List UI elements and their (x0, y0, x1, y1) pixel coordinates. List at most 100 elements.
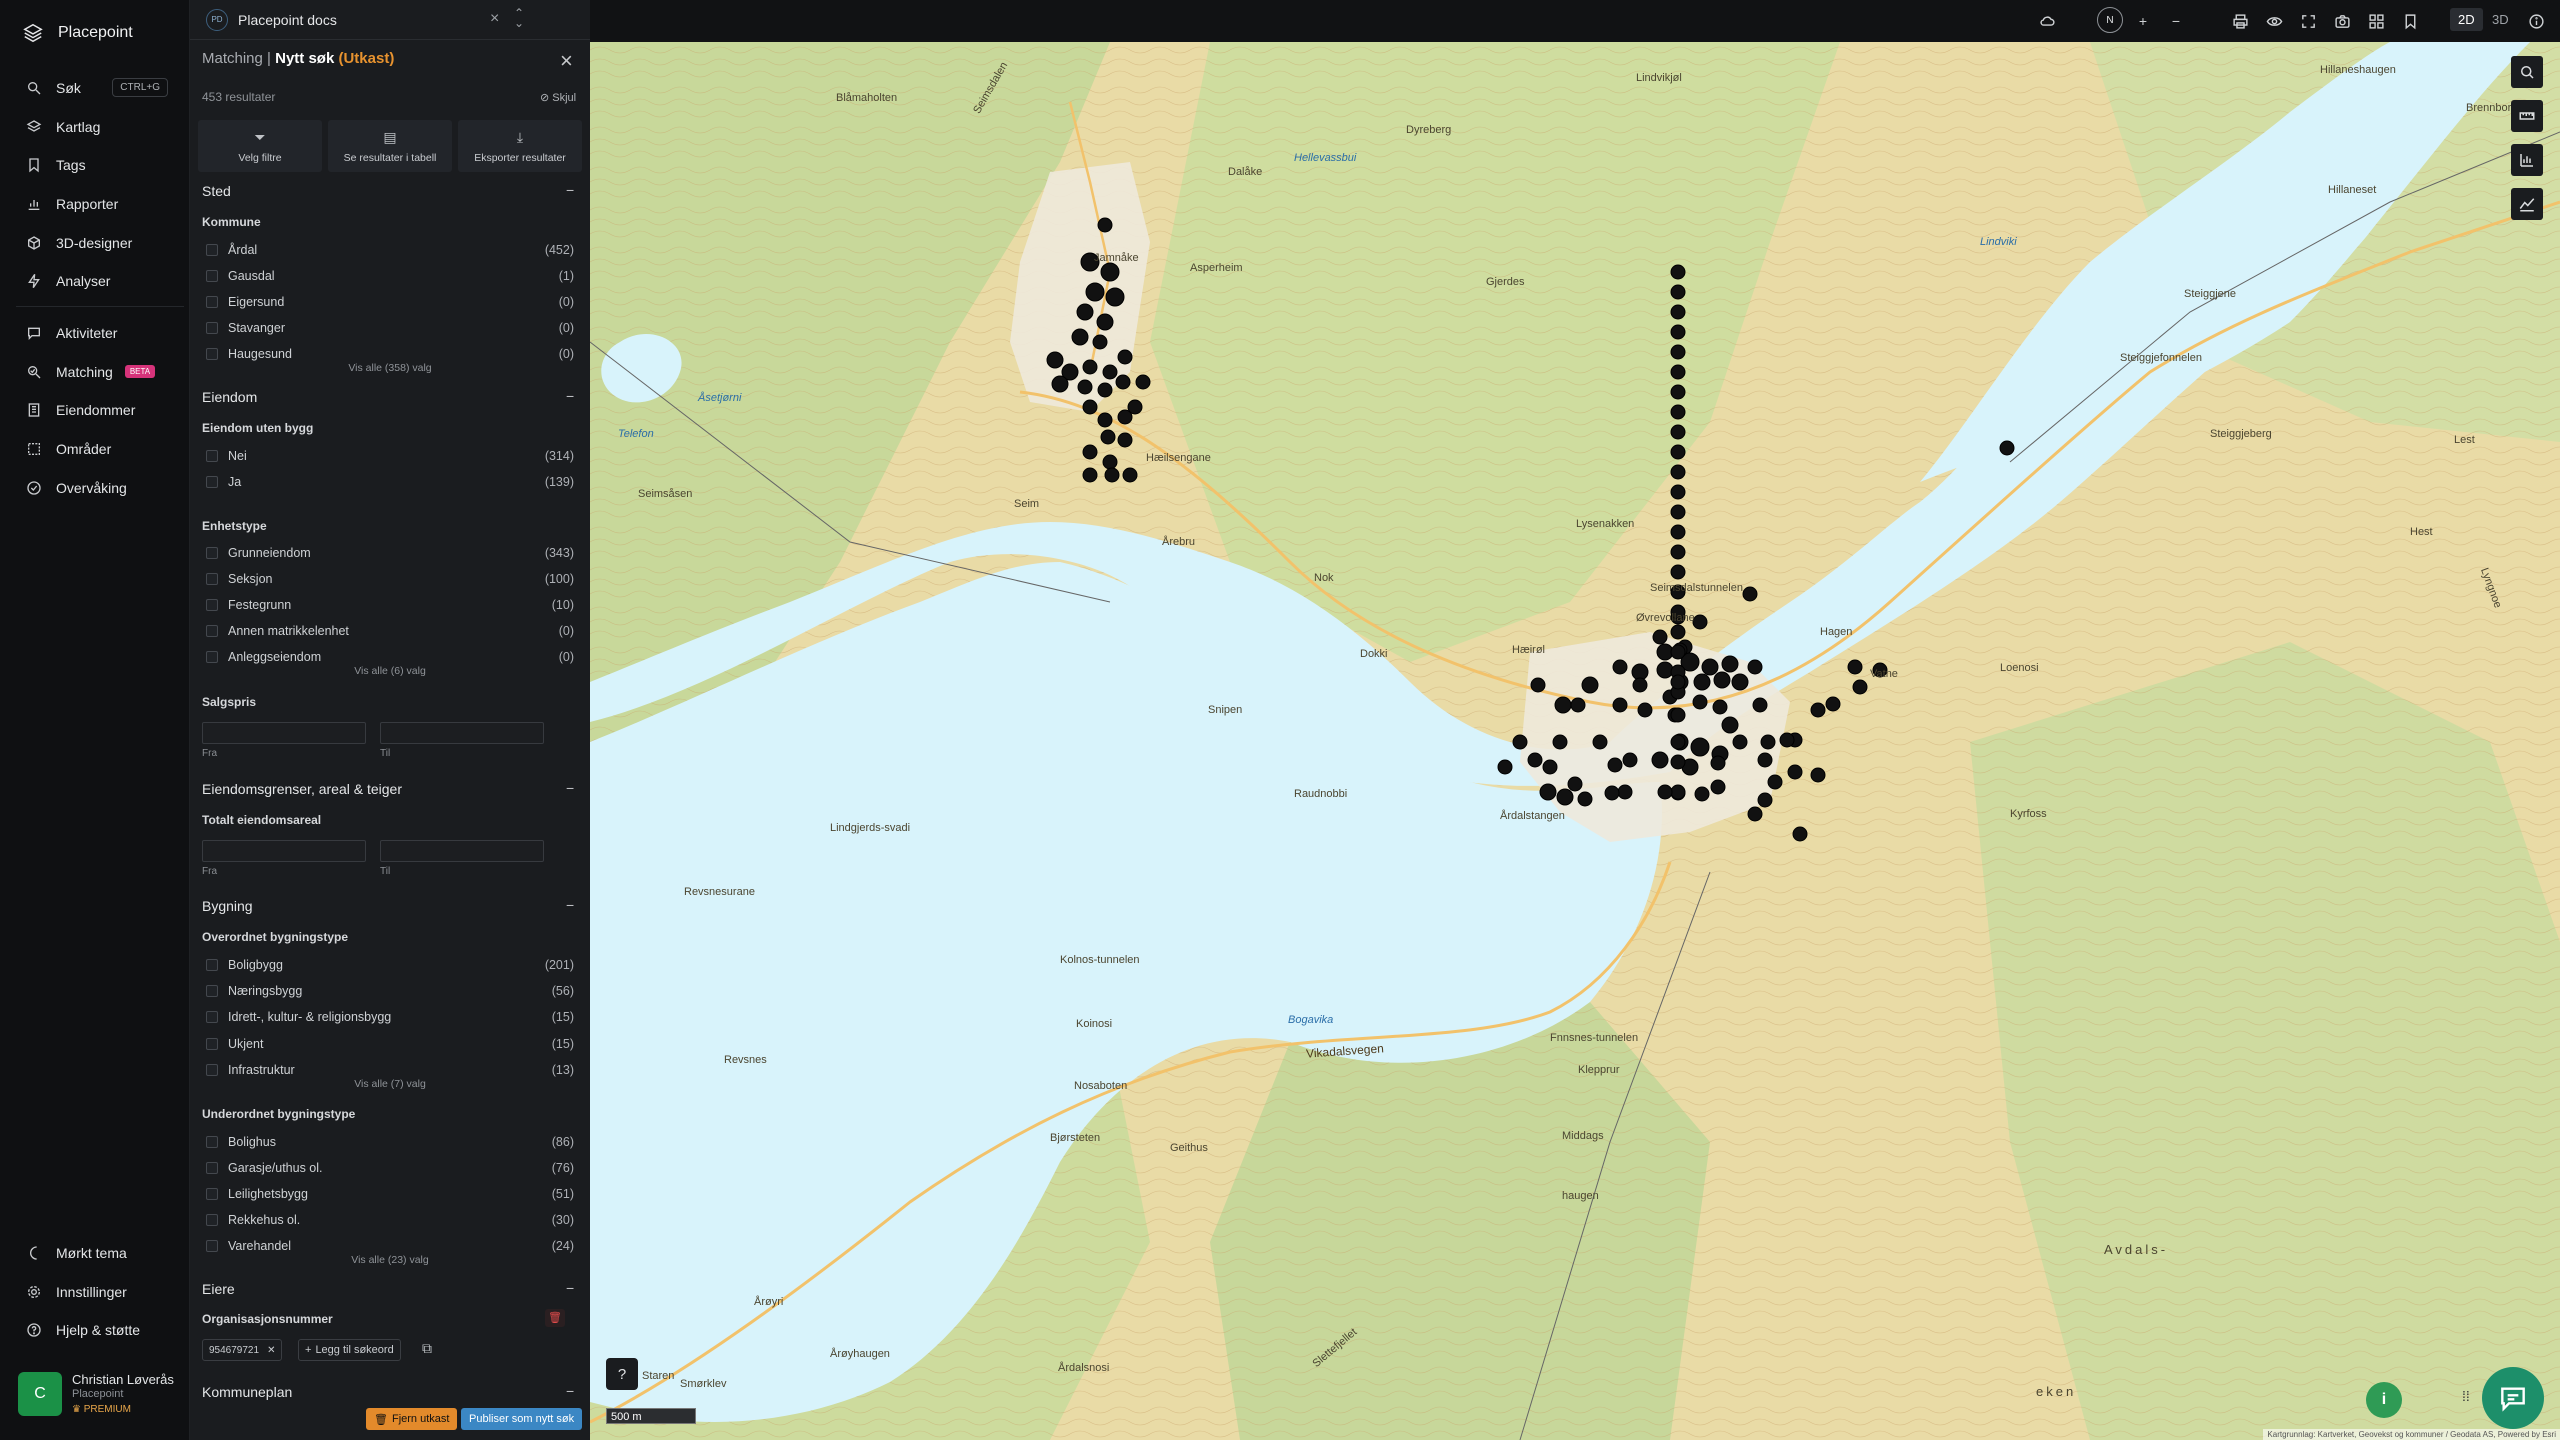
result-marker[interactable] (1710, 779, 1726, 795)
show-all-link[interactable]: Vis alle (7) valg (190, 1078, 590, 1090)
option-kommune[interactable]: Gausdal (1) (206, 267, 574, 285)
result-marker[interactable] (1527, 752, 1543, 768)
cloud-layers-icon[interactable] (2037, 11, 2057, 31)
result-marker[interactable] (1999, 440, 2015, 456)
result-marker[interactable] (1096, 313, 1114, 331)
show-table-button[interactable]: ▤ Se resultater i tabell (328, 120, 452, 172)
result-marker[interactable] (1570, 697, 1586, 713)
result-marker[interactable] (1612, 697, 1628, 713)
option-underordnet[interactable]: Varehandel (24) (206, 1237, 574, 1255)
result-marker[interactable] (1530, 677, 1546, 693)
option-kommune[interactable]: Stavanger (0) (206, 319, 574, 337)
choose-filters-button[interactable]: ⏷ Velg filtre (198, 120, 322, 172)
result-marker[interactable] (1710, 755, 1726, 771)
option-kommune[interactable]: Årdal (452) (206, 241, 574, 259)
result-marker[interactable] (1100, 429, 1116, 445)
collapse-icon[interactable]: − (566, 1280, 574, 1296)
chart-tool[interactable] (2511, 144, 2543, 176)
checkbox[interactable] (206, 547, 218, 559)
nav-item-tags[interactable]: Tags (0, 146, 190, 185)
result-marker[interactable] (1071, 328, 1089, 346)
result-marker[interactable] (1713, 671, 1731, 689)
option-overordnet[interactable]: Næringsbygg (56) (206, 982, 574, 1000)
result-marker[interactable] (1670, 304, 1686, 320)
result-marker[interactable] (1092, 334, 1108, 350)
result-marker[interactable] (1076, 303, 1094, 321)
trash-icon[interactable]: 🗑 (545, 1309, 565, 1327)
result-marker[interactable] (1701, 658, 1719, 676)
result-marker[interactable] (1082, 359, 1098, 375)
print-icon[interactable] (2230, 11, 2250, 31)
result-marker[interactable] (1670, 344, 1686, 360)
breadcrumb-matching[interactable]: Matching (202, 50, 263, 67)
checkbox[interactable] (206, 625, 218, 637)
result-marker[interactable] (1690, 737, 1710, 757)
drag-handle-icon[interactable]: ⁞⁞ (2462, 1388, 2470, 1404)
result-marker[interactable] (1567, 776, 1583, 792)
checkbox[interactable] (206, 348, 218, 360)
nav-item-matching[interactable]: Matching BETA (0, 353, 190, 392)
result-marker[interactable] (1082, 467, 1098, 483)
result-marker[interactable] (1760, 734, 1776, 750)
zoom-out-button[interactable]: − (2166, 11, 2186, 31)
option-underordnet[interactable]: Bolighus (86) (206, 1133, 574, 1151)
bookmark-icon[interactable] (2400, 11, 2420, 31)
result-marker[interactable] (1670, 624, 1686, 640)
nav-item-aktiviteter[interactable]: Aktiviteter (0, 314, 190, 353)
result-marker[interactable] (1694, 786, 1710, 802)
result-marker[interactable] (1581, 676, 1599, 694)
remove-draft-button[interactable]: 🗑 Fjern utkast (366, 1408, 458, 1430)
result-marker[interactable] (1612, 659, 1628, 675)
collapse-icon[interactable]: − (566, 1383, 574, 1399)
result-marker[interactable] (1127, 399, 1143, 415)
checkbox[interactable] (206, 959, 218, 971)
result-marker[interactable] (1670, 324, 1686, 340)
chevron-updown-icon[interactable]: ⌃ ⌄ (514, 7, 524, 29)
result-marker[interactable] (1604, 785, 1620, 801)
view-mode-2d[interactable]: 2D (2450, 8, 2483, 31)
brand[interactable]: Placepoint (22, 22, 133, 44)
close-icon[interactable]: × (490, 10, 499, 28)
result-marker[interactable] (1670, 524, 1686, 540)
result-marker[interactable] (1670, 784, 1686, 800)
option-uten-bygg[interactable]: Ja (139) (206, 473, 574, 491)
collapse-icon[interactable]: − (566, 182, 574, 198)
option-enhetstype[interactable]: Seksjon (100) (206, 570, 574, 588)
option-kommune[interactable]: Eigersund (0) (206, 293, 574, 311)
result-marker[interactable] (1082, 444, 1098, 460)
checkbox[interactable] (206, 450, 218, 462)
checkbox[interactable] (206, 1214, 218, 1226)
checkbox[interactable] (206, 599, 218, 611)
option-overordnet[interactable]: Ukjent (15) (206, 1035, 574, 1053)
result-marker[interactable] (1497, 759, 1513, 775)
copy-icon[interactable]: ⧉ (422, 1340, 432, 1357)
result-marker[interactable] (1670, 364, 1686, 380)
section-eiendom[interactable]: Eiendom (202, 389, 257, 405)
result-marker[interactable] (1670, 404, 1686, 420)
result-marker[interactable] (1656, 661, 1674, 679)
checkbox[interactable] (206, 1162, 218, 1174)
result-marker[interactable] (1670, 674, 1686, 690)
result-marker[interactable] (1632, 677, 1648, 693)
info-button[interactable]: i (2366, 1382, 2402, 1418)
section-eiendomsgrenser[interactable]: Eiendomsgrenser, areal & teiger (202, 781, 402, 797)
info-circle-icon[interactable] (2526, 11, 2546, 31)
option-underordnet[interactable]: Garasje/uthus ol. (76) (206, 1159, 574, 1177)
result-marker[interactable] (1670, 734, 1686, 750)
zoom-in-button[interactable]: + (2133, 11, 2153, 31)
result-marker[interactable] (1637, 702, 1653, 718)
add-keyword-button[interactable]: + Legg til søkeord (298, 1339, 401, 1361)
result-marker[interactable] (1622, 752, 1638, 768)
section-eiere[interactable]: Eiere (202, 1281, 235, 1297)
result-marker[interactable] (1825, 696, 1841, 712)
docs-bar[interactable]: PD Placepoint docs × ⌃ ⌄ (190, 0, 590, 40)
option-enhetstype[interactable]: Anleggseiendom (0) (206, 648, 574, 666)
result-marker[interactable] (1539, 783, 1557, 801)
result-marker[interactable] (1852, 679, 1868, 695)
result-marker[interactable] (1670, 384, 1686, 400)
result-marker[interactable] (1102, 364, 1118, 380)
result-marker[interactable] (1135, 374, 1151, 390)
areal-from-input[interactable] (202, 840, 366, 862)
nav-item-3d-designer[interactable]: 3D-designer (0, 223, 190, 262)
show-all-link[interactable]: Vis alle (6) valg (190, 665, 590, 677)
